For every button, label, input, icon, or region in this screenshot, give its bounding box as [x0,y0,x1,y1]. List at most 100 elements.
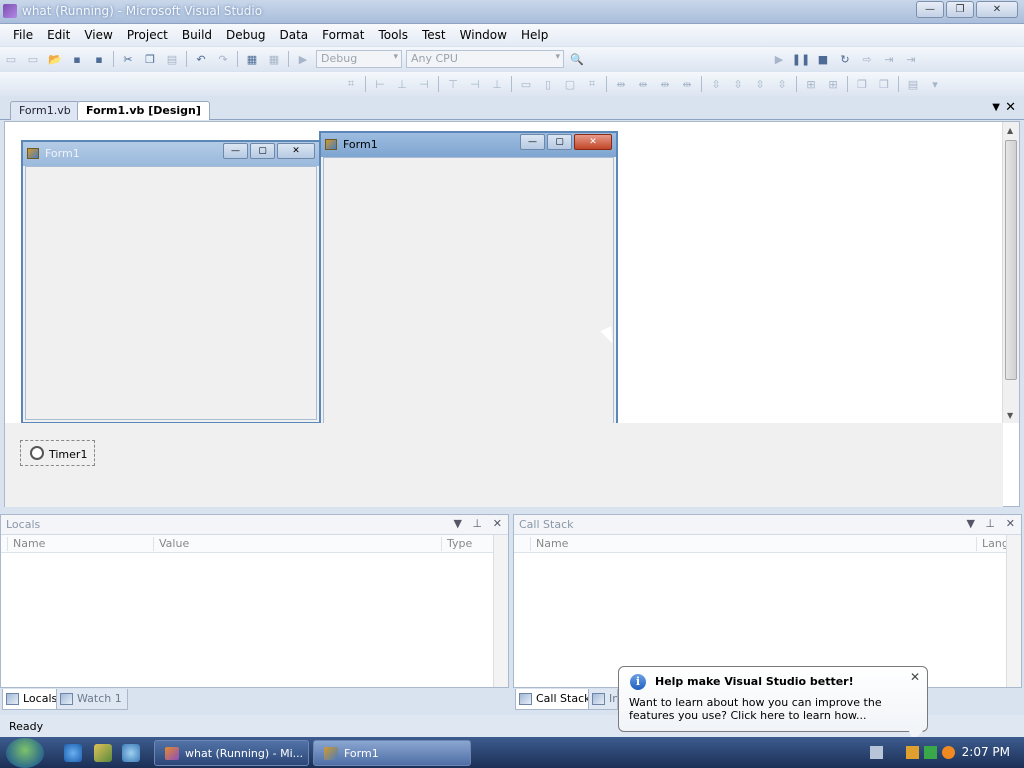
show-next-statement-icon[interactable]: ⇨ [857,50,877,68]
form-minimize-button[interactable]: — [520,134,545,150]
increase-horizontal-spacing-icon[interactable]: ⇹ [633,75,653,93]
start-button[interactable] [6,738,44,768]
start-debug-icon[interactable]: ▶ [293,50,313,68]
form-close-button[interactable]: ✕ [574,134,612,150]
menu-view[interactable]: View [77,24,119,46]
taskbar-item-visual-studio[interactable]: what (Running) - Mi... [154,740,309,766]
pin-icon[interactable]: ⊥ [472,517,482,530]
form-client-area[interactable] [25,166,317,420]
running-form-window[interactable]: Form1 — ▢ ✕ [319,131,618,428]
make-same-height-icon[interactable]: ▯ [538,75,558,93]
stop-debugging-icon[interactable]: ■ [813,50,833,68]
pane-close-icon[interactable]: ✕ [1006,517,1015,530]
visual-studio-tray-icon[interactable] [906,746,919,759]
tab-list-dropdown-icon[interactable]: ▼ [992,102,1000,113]
scroll-up-icon[interactable]: ▲ [1007,126,1013,135]
keyboard-tray-icon[interactable] [870,746,883,759]
menu-help[interactable]: Help [514,24,555,46]
copy-icon[interactable]: ❐ [140,50,160,68]
step-into-icon[interactable]: ⇥ [879,50,899,68]
center-horizontally-icon[interactable]: ⊞ [801,75,821,93]
horizontal-spacing-equal-icon[interactable]: ⇹ [611,75,631,93]
continue-icon[interactable]: ▶ [769,50,789,68]
new-project-icon[interactable]: ▭ [1,50,21,68]
balloon-message[interactable]: Want to learn about how you can improve … [629,696,921,722]
column-value[interactable]: Value [153,537,441,551]
send-to-back-icon[interactable]: ❐ [874,75,894,93]
taskbar-item-form1[interactable]: Form1 [313,740,471,766]
bring-to-front-icon[interactable]: ❐ [852,75,872,93]
make-same-width-icon[interactable]: ▭ [516,75,536,93]
network-tray-icon[interactable] [924,746,937,759]
tab-locals[interactable]: Locals [2,689,64,710]
restore-button[interactable]: ❐ [946,1,974,18]
menu-window[interactable]: Window [453,24,514,46]
align-centers-icon[interactable]: ⊥ [392,75,412,93]
add-item-icon[interactable]: ▭ [23,50,43,68]
clock[interactable]: 2:07 PM [962,745,1010,759]
tab-form1-vb[interactable]: Form1.vb [10,101,80,120]
vertical-spacing-equal-icon[interactable]: ⇳ [706,75,726,93]
menu-data[interactable]: Data [272,24,315,46]
menu-build[interactable]: Build [175,24,219,46]
decrease-horizontal-spacing-icon[interactable]: ⇹ [655,75,675,93]
menu-debug[interactable]: Debug [219,24,272,46]
minimize-button[interactable]: — [916,1,944,18]
tab-call-stack[interactable]: Call Stack [515,689,597,710]
solution-config-select[interactable]: Debug [316,50,402,68]
size-to-grid-icon[interactable]: ⌗ [582,75,602,93]
form-title-bar[interactable]: Form1 — ▢ ✕ [321,133,616,157]
align-to-grid-icon[interactable]: ⌗ [341,75,361,93]
find-in-files-icon[interactable]: 🔍 [567,50,587,68]
timer-component[interactable]: Timer1 [20,440,95,466]
remove-horizontal-spacing-icon[interactable]: ⇹ [677,75,697,93]
close-button[interactable]: ✕ [976,1,1018,18]
windows-explorer-icon[interactable] [122,744,140,762]
toolbar-options-icon[interactable]: ▾ [925,75,945,93]
undo-icon[interactable]: ↶ [191,50,211,68]
align-lefts-icon[interactable]: ⊢ [370,75,390,93]
internet-explorer-icon[interactable] [64,744,82,762]
align-rights-icon[interactable]: ⊣ [414,75,434,93]
balloon-close-icon[interactable]: ✕ [910,670,920,684]
step-over-icon[interactable]: ⇥ [901,50,921,68]
decrease-vertical-spacing-icon[interactable]: ⇳ [750,75,770,93]
tab-watch-1[interactable]: Watch 1 [56,689,128,710]
navigate-icon[interactable]: ▦ [242,50,262,68]
menu-test[interactable]: Test [415,24,453,46]
locals-scrollbar[interactable] [493,535,508,687]
design-form[interactable]: Form1 — ▢ ✕ [21,140,321,424]
search-tray-icon[interactable] [942,746,955,759]
tab-immediate[interactable]: Im [588,689,618,710]
center-vertically-icon[interactable]: ⊞ [823,75,843,93]
restart-icon[interactable]: ↻ [835,50,855,68]
help-balloon[interactable]: i Help make Visual Studio better! Want t… [618,666,928,741]
menu-format[interactable]: Format [315,24,371,46]
pane-close-icon[interactable]: ✕ [493,517,502,530]
remove-vertical-spacing-icon[interactable]: ⇳ [772,75,792,93]
redo-icon[interactable]: ↷ [213,50,233,68]
increase-vertical-spacing-icon[interactable]: ⇳ [728,75,748,93]
menu-edit[interactable]: Edit [40,24,77,46]
column-language[interactable]: Lang [976,537,1009,551]
media-center-icon[interactable] [94,744,112,762]
design-vertical-scrollbar[interactable]: ▲ ▼ [1002,122,1019,423]
pin-icon[interactable]: ⊥ [985,517,995,530]
close-document-icon[interactable]: ✕ [1005,100,1016,115]
align-middles-icon[interactable]: ⊣ [465,75,485,93]
column-type[interactable]: Type [441,537,493,551]
pane-dropdown-icon[interactable]: ▼ [967,517,975,530]
align-bottoms-icon[interactable]: ⊥ [487,75,507,93]
scroll-thumb[interactable] [1005,140,1017,380]
paste-icon[interactable]: ▤ [162,50,182,68]
scroll-down-icon[interactable]: ▼ [1007,411,1013,420]
call-stack-scrollbar[interactable] [1006,535,1021,687]
form-maximize-button[interactable]: ▢ [547,134,572,150]
open-file-icon[interactable]: 📂 [45,50,65,68]
pane-dropdown-icon[interactable]: ▼ [454,517,462,530]
make-same-size-icon[interactable]: ▢ [560,75,580,93]
find-icon[interactable]: ▦ [264,50,284,68]
tab-order-icon[interactable]: ▤ [903,75,923,93]
break-all-icon[interactable]: ❚❚ [791,50,811,68]
form-client-area[interactable] [323,157,614,424]
